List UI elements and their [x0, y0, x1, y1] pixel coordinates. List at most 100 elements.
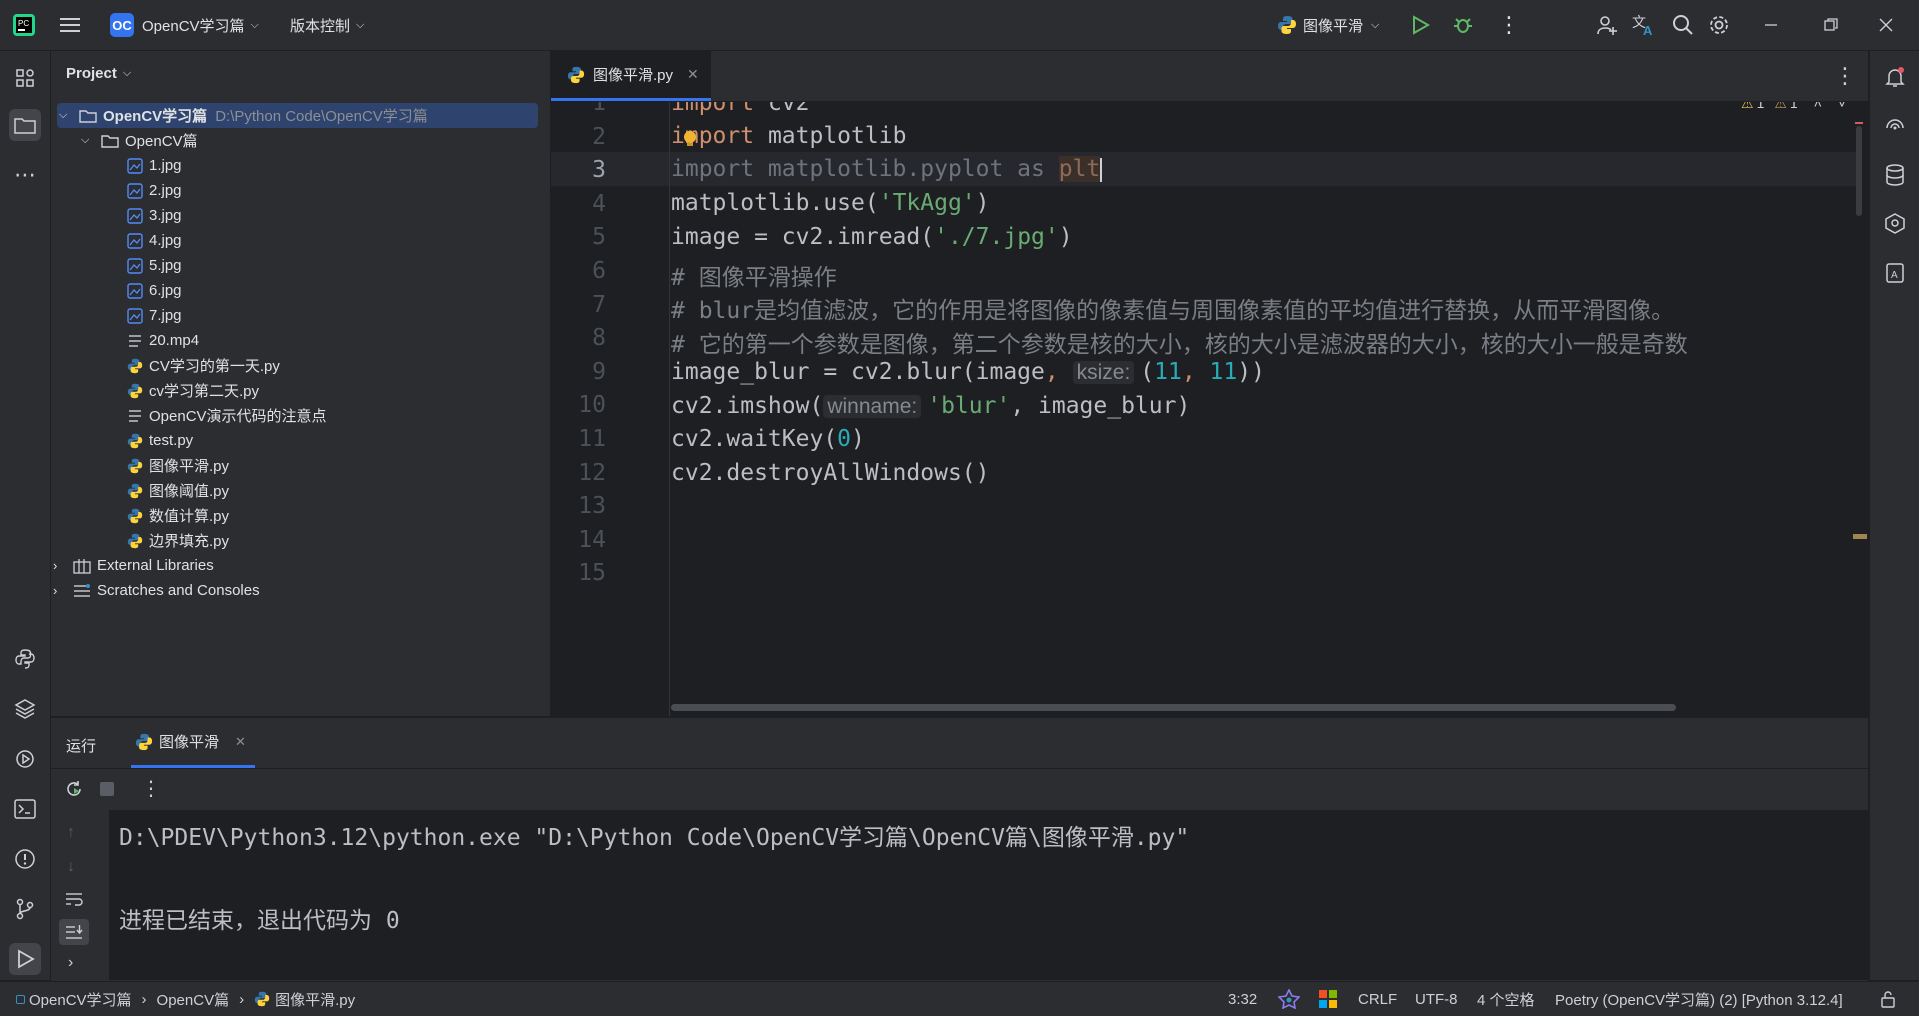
- ai-assistant-icon[interactable]: [1879, 109, 1911, 141]
- line-number[interactable]: 8: [551, 325, 606, 351]
- file-encoding[interactable]: UTF-8: [1415, 982, 1458, 1016]
- line-number[interactable]: 1: [551, 102, 606, 116]
- file-tree-item[interactable]: 图像平滑.py: [51, 453, 550, 478]
- file-tree-item[interactable]: cv学习第二天.py: [51, 378, 550, 403]
- line-number[interactable]: 9: [551, 359, 606, 385]
- line-number[interactable]: 7: [551, 292, 606, 318]
- file-tree-item[interactable]: 5.jpg: [51, 253, 550, 278]
- problems-icon[interactable]: [9, 843, 41, 875]
- chevron-down-icon[interactable]: ˅: [1838, 102, 1846, 111]
- unlock-icon[interactable]: [1880, 982, 1896, 1016]
- file-tree-item[interactable]: 6.jpg: [51, 278, 550, 303]
- line-number[interactable]: 12: [551, 460, 606, 486]
- sciview-icon[interactable]: [1879, 207, 1911, 239]
- warning-marker[interactable]: [1853, 534, 1867, 539]
- code-editor[interactable]: 1 2 3 4 5 6 7 8 9 10 11 12 13 14 15 import cv2 import …: [551, 102, 1868, 716]
- python-interpreter[interactable]: Poetry (OpenCV学习篇) (2) [Python 3.12.4]: [1555, 982, 1843, 1016]
- run-tab-image-smooth[interactable]: 图像平滑 ✕: [131, 718, 255, 768]
- project-panel-header[interactable]: Project ⌵: [66, 65, 131, 82]
- line-number[interactable]: 13: [551, 493, 606, 519]
- run-icon[interactable]: [1410, 0, 1430, 50]
- inspection-widget[interactable]: ⚠ 1 ⚠ 1 ˄ ˅: [1741, 102, 1846, 118]
- documentation-icon[interactable]: A: [1879, 257, 1911, 289]
- git-branch-icon[interactable]: [9, 893, 41, 925]
- file-tree-item[interactable]: CV学习的第一天.py: [51, 353, 550, 378]
- close-tab-icon[interactable]: ✕: [687, 66, 699, 83]
- add-user-icon[interactable]: [1596, 0, 1618, 50]
- vertical-scrollbar[interactable]: [1856, 126, 1862, 216]
- minimize-window-icon[interactable]: [1764, 0, 1778, 50]
- breadcrumb-folder[interactable]: OpenCV篇: [157, 989, 230, 1010]
- database-icon[interactable]: [1879, 159, 1911, 191]
- rerun-icon[interactable]: [65, 780, 83, 802]
- arrow-down-icon[interactable]: ↓: [67, 858, 75, 876]
- project-selector[interactable]: OC OpenCV学习篇 ⌵: [110, 0, 259, 50]
- project-folder-icon[interactable]: [9, 109, 41, 141]
- breadcrumb-project[interactable]: OpenCV学习篇: [29, 989, 132, 1010]
- run-more-icon[interactable]: ⋮: [141, 776, 161, 801]
- cursor-position[interactable]: 3:32: [1228, 982, 1257, 1016]
- line-number[interactable]: 6: [551, 258, 606, 284]
- file-tree-item[interactable]: 3.jpg: [51, 203, 550, 228]
- more-actions-icon[interactable]: ⋮: [1498, 0, 1520, 50]
- more-tools-icon[interactable]: ⋯: [9, 159, 41, 191]
- search-icon[interactable]: [1672, 0, 1694, 50]
- file-tree-item[interactable]: 2.jpg: [51, 178, 550, 203]
- chevron-up-icon[interactable]: ˄: [1814, 102, 1822, 111]
- close-window-icon[interactable]: [1879, 0, 1893, 50]
- error-marker[interactable]: [1855, 122, 1863, 124]
- file-tree-item[interactable]: 边界填充.py: [51, 528, 550, 553]
- tree-root-row[interactable]: ⌵ OpenCV学习篇 D:\Python Code\OpenCV学习篇: [57, 103, 538, 128]
- arrow-up-icon[interactable]: ↑: [67, 824, 75, 842]
- run-console[interactable]: D:\PDEV\Python3.12\python.exe "D:\Python…: [109, 810, 1868, 980]
- line-number[interactable]: 15: [551, 560, 606, 586]
- main-menu-icon[interactable]: [60, 0, 82, 50]
- tab-options-icon[interactable]: ⋮: [1834, 63, 1856, 89]
- indent-setting[interactable]: 4 个空格: [1477, 982, 1535, 1016]
- file-tree-item[interactable]: 7.jpg: [51, 303, 550, 328]
- file-tree-item[interactable]: test.py: [51, 428, 550, 453]
- layers-icon[interactable]: [9, 693, 41, 725]
- close-run-tab-icon[interactable]: ✕: [235, 734, 246, 750]
- line-number[interactable]: 4: [551, 191, 606, 217]
- run-tool-icon[interactable]: [9, 943, 41, 975]
- line-number[interactable]: 5: [551, 224, 606, 250]
- tree-folder-row[interactable]: ⌵ OpenCV篇: [51, 128, 550, 153]
- stop-icon[interactable]: [100, 782, 114, 796]
- pycharm-logo-icon[interactable]: PC: [12, 0, 36, 50]
- scratches-row[interactable]: › Scratches and Consoles: [51, 578, 550, 603]
- tab-image-smooth-py[interactable]: 图像平滑.py ✕: [551, 51, 711, 101]
- soft-wrap-icon[interactable]: [65, 891, 83, 911]
- line-separator[interactable]: CRLF: [1358, 982, 1397, 1016]
- line-number[interactable]: 11: [551, 426, 606, 452]
- line-number[interactable]: 14: [551, 527, 606, 553]
- file-tree-item[interactable]: 20.mp4: [51, 328, 550, 353]
- external-libraries-row[interactable]: › External Libraries: [51, 553, 550, 578]
- debug-icon[interactable]: [1452, 0, 1474, 50]
- scroll-to-end-icon[interactable]: [59, 919, 89, 945]
- breadcrumb-file[interactable]: 图像平滑.py: [275, 989, 355, 1010]
- structure-icon[interactable]: [9, 62, 41, 94]
- terminal-icon[interactable]: [9, 793, 41, 825]
- file-tree-item[interactable]: 图像阈值.py: [51, 478, 550, 503]
- chevron-right-icon[interactable]: ›: [68, 954, 73, 972]
- file-tree-item[interactable]: 数值计算.py: [51, 503, 550, 528]
- line-number[interactable]: 2: [551, 124, 606, 150]
- file-tree-item[interactable]: 4.jpg: [51, 228, 550, 253]
- ai-status-icon[interactable]: [1278, 982, 1300, 1016]
- line-number[interactable]: 10: [551, 392, 606, 418]
- services-icon[interactable]: [9, 743, 41, 775]
- vcs-menu[interactable]: 版本控制 ⌵: [290, 0, 364, 50]
- horizontal-scrollbar[interactable]: [671, 704, 1676, 711]
- settings-gear-icon[interactable]: [1708, 0, 1730, 50]
- lightbulb-icon[interactable]: [682, 130, 698, 152]
- translate-icon[interactable]: 文A: [1632, 0, 1656, 50]
- restore-window-icon[interactable]: [1824, 0, 1838, 50]
- notifications-icon[interactable]: [1879, 61, 1911, 93]
- file-tree-item[interactable]: OpenCV演示代码的注意点: [51, 403, 550, 428]
- windows-apps-icon[interactable]: [1319, 982, 1337, 1016]
- file-tree-item[interactable]: 1.jpg: [51, 153, 550, 178]
- run-config-selector[interactable]: 图像平滑 ⌵: [1277, 0, 1379, 50]
- python-console-icon[interactable]: [9, 643, 41, 675]
- line-number[interactable]: 3: [551, 157, 606, 183]
